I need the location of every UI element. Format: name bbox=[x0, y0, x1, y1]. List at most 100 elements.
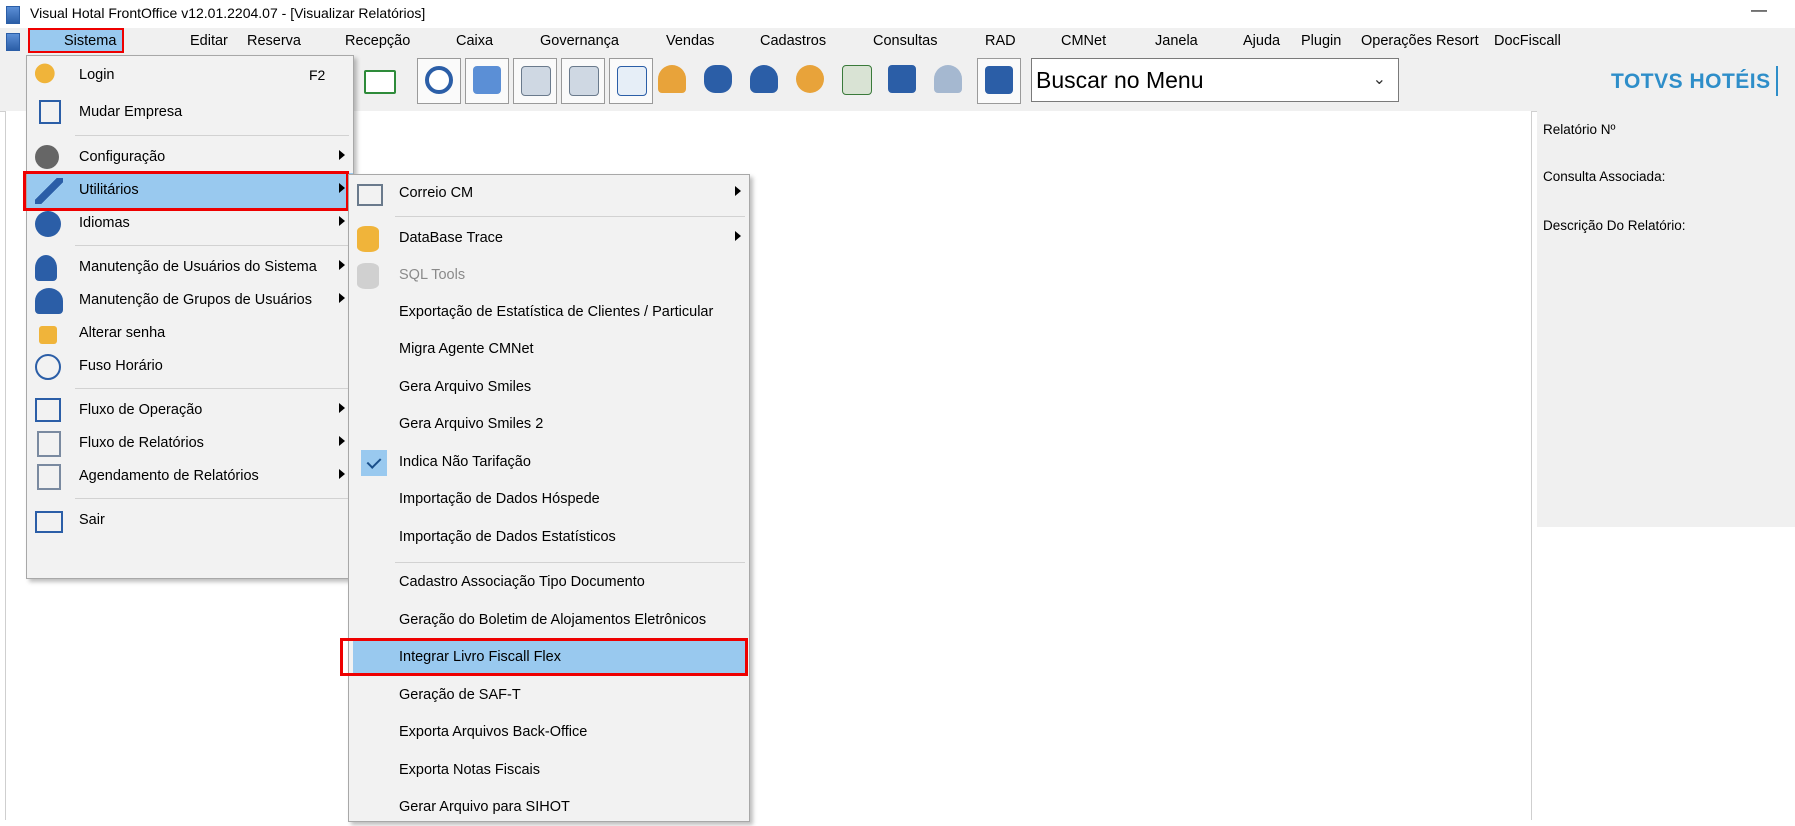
separator bbox=[75, 245, 349, 246]
menu-cmnet[interactable]: CMNet bbox=[1061, 33, 1106, 49]
bell-users-button[interactable] bbox=[789, 58, 833, 104]
menu-sistema-label: Sistema bbox=[64, 33, 117, 49]
menu-item-exportacao-estatistica[interactable]: Exportação de Estatística de Clientes / … bbox=[349, 295, 749, 331]
menu-item-label: Fluxo de Relatórios bbox=[79, 435, 204, 451]
footsteps-button[interactable] bbox=[697, 58, 741, 104]
email-book-button[interactable] bbox=[977, 58, 1021, 104]
menu-item-label: Agendamento de Relatórios bbox=[79, 468, 259, 484]
menu-item-label: Manutenção de Grupos de Usuários bbox=[79, 292, 312, 308]
menu-item-label: Sair bbox=[79, 512, 105, 528]
add-user-button[interactable] bbox=[743, 58, 787, 104]
mail-tray-icon bbox=[357, 184, 383, 206]
menu-item-gera-smiles-2[interactable]: Gera Arquivo Smiles 2 bbox=[349, 407, 749, 443]
menu-item-label: Exportação de Estatística de Clientes / … bbox=[399, 304, 714, 320]
report-button[interactable] bbox=[609, 58, 653, 104]
menu-item-agendamento-relatorios[interactable]: Agendamento de Relatórios bbox=[27, 459, 353, 495]
search-tool-button[interactable] bbox=[417, 58, 461, 104]
menu-item-sql-tools[interactable]: SQL Tools bbox=[349, 258, 749, 294]
menu-item-exporta-back-office[interactable]: Exporta Arquivos Back-Office bbox=[349, 715, 749, 751]
minimize-button[interactable]: — bbox=[1751, 2, 1767, 20]
menu-item-mudar-empresa[interactable]: Mudar Empresa bbox=[27, 95, 353, 131]
submenu-arrow-icon bbox=[339, 150, 345, 160]
menu-consultas[interactable]: Consultas bbox=[873, 33, 937, 49]
menu-item-fuso-horario[interactable]: Fuso Horário bbox=[27, 349, 353, 385]
menu-item-importacao-estatisticos[interactable]: Importação de Dados Estatísticos bbox=[349, 520, 749, 556]
menu-item-fluxo-relatorios[interactable]: Fluxo de Relatórios bbox=[27, 426, 353, 462]
menu-reserva[interactable]: Reserva bbox=[247, 33, 301, 49]
menu-item-cadastro-associacao[interactable]: Cadastro Associação Tipo Documento bbox=[349, 565, 749, 601]
menu-editar[interactable]: Editar bbox=[190, 33, 228, 49]
menu-item-sair[interactable]: Sair bbox=[27, 503, 353, 539]
menu-item-importacao-hospede[interactable]: Importação de Dados Hóspede bbox=[349, 482, 749, 518]
associated-query-label: Consulta Associada: bbox=[1543, 169, 1666, 184]
guest-card-button[interactable] bbox=[513, 58, 557, 104]
menu-item-integrar-livro-fiscall[interactable]: Integrar Livro Fiscall Flex bbox=[353, 640, 745, 676]
menu-item-sihot[interactable]: Gerar Arquivo para SIHOT bbox=[349, 790, 749, 826]
menu-plugin[interactable]: Plugin bbox=[1301, 33, 1341, 49]
menu-bar: Editar Reserva Recepção Caixa Governança… bbox=[0, 28, 1795, 55]
menu-item-database-trace[interactable]: DataBase Trace bbox=[349, 221, 749, 257]
menu-item-login[interactable]: Login F2 bbox=[27, 58, 353, 94]
menu-item-utilitarios[interactable]: Utilitários bbox=[27, 173, 353, 209]
housekeeper-icon bbox=[934, 65, 962, 93]
menu-janela[interactable]: Janela bbox=[1155, 33, 1198, 49]
chevron-down-icon[interactable]: ⌄ bbox=[1373, 69, 1386, 89]
calendar-icon bbox=[473, 66, 501, 94]
submenu-arrow-icon bbox=[735, 186, 741, 196]
mdi-app-icon[interactable] bbox=[6, 33, 20, 51]
menu-item-manutencao-usuarios[interactable]: Manutenção de Usuários do Sistema bbox=[27, 250, 353, 286]
menu-operacoes-resort[interactable]: Operações Resort bbox=[1361, 33, 1479, 49]
menu-rad[interactable]: RAD bbox=[985, 33, 1016, 49]
cash-register-button[interactable] bbox=[881, 58, 925, 104]
menu-item-gera-smiles[interactable]: Gera Arquivo Smiles bbox=[349, 370, 749, 406]
utilitarios-submenu: Correio CM DataBase Trace SQL Tools Expo… bbox=[348, 174, 750, 822]
menu-item-label: Integrar Livro Fiscall Flex bbox=[399, 649, 561, 665]
menu-ajuda[interactable]: Ajuda bbox=[1243, 33, 1280, 49]
menu-item-label: Fuso Horário bbox=[79, 358, 163, 374]
menu-item-migra-agente[interactable]: Migra Agente CMNet bbox=[349, 332, 749, 368]
menu-item-indica-nao-tarifacao[interactable]: Indica Não Tarifação bbox=[349, 445, 749, 481]
menu-item-exporta-notas[interactable]: Exporta Notas Fiscais bbox=[349, 753, 749, 789]
menu-item-idiomas[interactable]: Idiomas bbox=[27, 206, 353, 242]
calendar-button[interactable] bbox=[465, 58, 509, 104]
bell-button[interactable] bbox=[651, 58, 695, 104]
title-bar: Visual Hotal FrontOffice v12.01.2204.07 … bbox=[0, 0, 1795, 28]
cash-register-icon bbox=[888, 65, 916, 93]
menu-governanca[interactable]: Governança bbox=[540, 33, 619, 49]
report-schedule-icon bbox=[37, 464, 61, 490]
menu-item-label: Manutenção de Usuários do Sistema bbox=[79, 259, 317, 275]
menu-item-configuracao[interactable]: Configuração bbox=[27, 140, 353, 176]
menu-item-label: Login bbox=[79, 67, 115, 83]
menu-cadastros[interactable]: Cadastros bbox=[760, 33, 826, 49]
menu-recepcao[interactable]: Recepção bbox=[345, 33, 410, 49]
menu-item-boletim-alojamentos[interactable]: Geração do Boletim de Alojamentos Eletrô… bbox=[349, 603, 749, 639]
menu-vendas[interactable]: Vendas bbox=[666, 33, 714, 49]
menu-item-label: Configuração bbox=[79, 149, 166, 165]
menu-item-label: Importação de Dados Estatísticos bbox=[399, 529, 616, 545]
menu-caixa[interactable]: Caixa bbox=[456, 33, 493, 49]
globe-icon bbox=[35, 211, 61, 237]
menu-item-correio-cm[interactable]: Correio CM bbox=[349, 176, 749, 212]
menu-item-label: Idiomas bbox=[79, 215, 130, 231]
app-icon bbox=[6, 6, 20, 24]
billing-icon bbox=[842, 65, 872, 95]
brand-divider bbox=[1776, 66, 1778, 96]
menu-item-label: Alterar senha bbox=[79, 325, 166, 341]
menu-search-combo[interactable]: Buscar no Menu ⌄ bbox=[1031, 58, 1399, 102]
gear-icon bbox=[35, 145, 59, 169]
menu-sistema[interactable]: Sistema bbox=[28, 28, 124, 53]
menu-item-label: Gerar Arquivo para SIHOT bbox=[399, 799, 570, 815]
menu-item-alterar-senha[interactable]: Alterar senha bbox=[27, 316, 353, 352]
menu-docfiscall[interactable]: DocFiscall bbox=[1494, 33, 1561, 49]
menu-item-saf-t[interactable]: Geração de SAF-T bbox=[349, 678, 749, 714]
mail-send-button[interactable] bbox=[357, 58, 401, 104]
guest-card-icon bbox=[521, 66, 551, 96]
menu-item-fluxo-operacao[interactable]: Fluxo de Operação bbox=[27, 393, 353, 429]
housekeeper-button[interactable] bbox=[927, 58, 971, 104]
submenu-arrow-icon bbox=[339, 183, 345, 193]
billing-button[interactable] bbox=[835, 58, 879, 104]
flowchart-icon bbox=[35, 398, 61, 422]
guest-card2-button[interactable] bbox=[561, 58, 605, 104]
report-description-label: Descrição Do Relatório: bbox=[1543, 218, 1686, 233]
menu-item-manutencao-grupos[interactable]: Manutenção de Grupos de Usuários bbox=[27, 283, 353, 319]
